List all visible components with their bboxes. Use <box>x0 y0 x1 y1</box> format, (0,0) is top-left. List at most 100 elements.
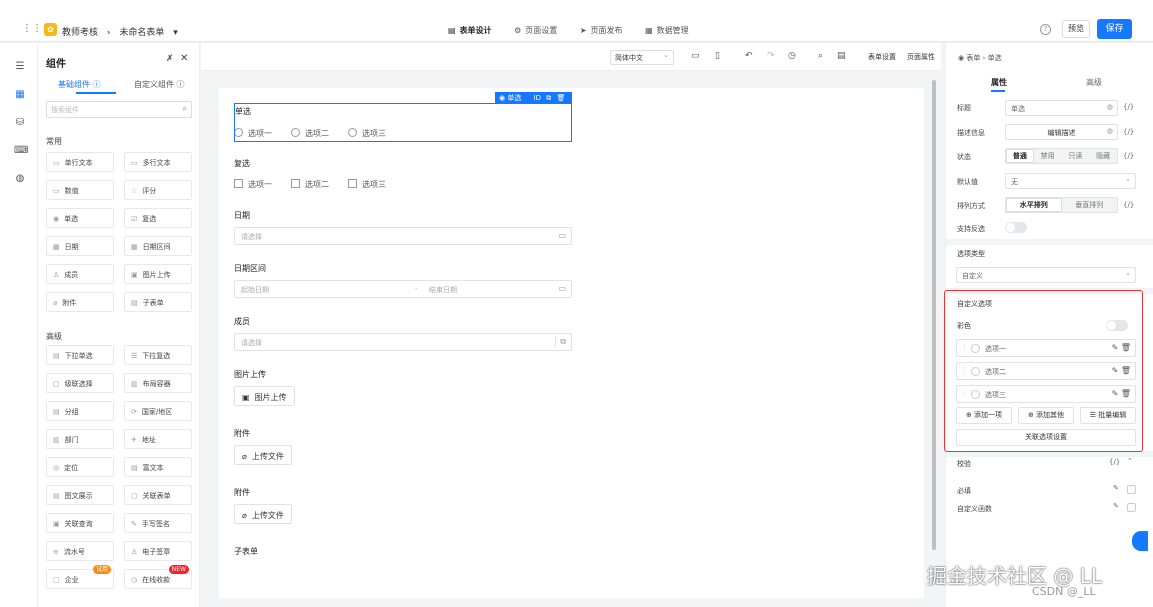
redo-icon[interactable]: ↷ <box>767 51 775 61</box>
tab-custom-components[interactable]: 自定义组件 ⓘ <box>134 79 185 90</box>
tab-advanced[interactable]: 高级 <box>1086 77 1102 88</box>
component-item[interactable]: ▤ 子表单 <box>124 292 192 312</box>
tab-page-settings[interactable]: ⚙ 页面设置 <box>514 25 557 36</box>
database-icon[interactable]: ⛁ <box>14 117 26 129</box>
date-input[interactable]: 请选择 ▭ <box>234 227 572 245</box>
globe-icon[interactable]: ◍ <box>14 173 26 185</box>
pin-icon[interactable]: ✗ <box>166 54 174 64</box>
edit-desc-button[interactable]: 编辑描述 ◍ <box>1005 124 1118 140</box>
component-item[interactable]: ▤ 下拉单选 <box>46 345 114 365</box>
app-name[interactable]: 教师考核 <box>62 28 98 38</box>
checkbox-option[interactable]: 选项一 <box>234 179 272 190</box>
caret-down-icon[interactable]: ▾ <box>173 28 178 38</box>
formula-icon[interactable]: {/} <box>1123 103 1134 111</box>
mobile-icon[interactable]: ▯ <box>715 51 720 61</box>
language-select[interactable]: 简体中文 <box>610 50 674 65</box>
support-deselect-toggle[interactable] <box>1005 222 1027 233</box>
component-item[interactable]: ▤ 图文展示 <box>46 485 114 505</box>
layout-vertical[interactable]: 垂直排列 <box>1062 198 1118 212</box>
custom-fn-checkbox[interactable] <box>1127 503 1136 512</box>
component-item[interactable]: ▭ 单行文本 <box>46 152 114 172</box>
layout-horizontal[interactable]: 水平排列 <box>1006 198 1062 212</box>
app-grid-icon[interactable]: ⋮⋮⋮ <box>22 24 52 34</box>
formula-icon[interactable]: {/} <box>1109 458 1120 466</box>
form-name[interactable]: 未命名表单 <box>119 28 164 38</box>
selected-field-outline[interactable] <box>234 103 572 142</box>
component-item[interactable]: ◷ 在线收款 NEW <box>124 565 192 589</box>
search-icon[interactable]: ⌕ <box>818 51 823 61</box>
checkbox-option[interactable]: 选项二 <box>291 179 329 190</box>
component-item[interactable]: ✈ 地址 <box>124 429 192 449</box>
component-item[interactable]: ▢ 级联选择 <box>46 373 114 393</box>
component-item[interactable]: ▢ 企业 试用 <box>46 565 114 589</box>
component-item[interactable]: ▣ 图片上传 <box>124 264 192 284</box>
form-settings-button[interactable]: 表单设置 <box>868 52 896 62</box>
component-item[interactable]: ≡ 流水号 <box>46 541 114 561</box>
history-icon[interactable]: ◷ <box>788 51 796 61</box>
state-disabled[interactable]: 禁用 <box>1034 149 1062 163</box>
component-item[interactable]: ▢ 关联表单 <box>124 485 192 505</box>
component-item[interactable]: ⌀ 附件 <box>46 292 114 312</box>
date-range-input[interactable]: 起始日期 - 结束日期 ▭ <box>234 280 572 298</box>
tab-basic-components[interactable]: 基础组件 ⓘ <box>58 79 101 90</box>
chevron-up-icon[interactable]: ⌃ <box>1127 457 1133 465</box>
copy-icon[interactable]: ⧉ <box>546 94 551 102</box>
state-readonly[interactable]: 只读 <box>1062 149 1090 163</box>
edit-icon[interactable]: ✎ <box>1113 502 1119 510</box>
state-segmented[interactable]: 普通 禁用 只读 隐藏 <box>1005 148 1118 164</box>
preview-button[interactable]: 预览 <box>1062 20 1090 38</box>
formula-icon[interactable]: {/} <box>1123 201 1134 209</box>
layout-segmented[interactable]: 水平排列 垂直排列 <box>1005 197 1118 213</box>
tab-props[interactable]: 属性 <box>991 77 1007 88</box>
tab-form-design[interactable]: ▤ 表单设计 <box>448 25 492 36</box>
components-icon[interactable]: ▦ <box>14 89 26 101</box>
formula-icon[interactable]: {/} <box>1123 128 1134 136</box>
component-item[interactable]: ⟳ 国家/地区 <box>124 401 192 421</box>
save-button[interactable]: 保存 <box>1097 19 1132 39</box>
component-item[interactable]: ♙ 电子签章 <box>124 541 192 561</box>
component-item[interactable]: ▭ 数值 <box>46 180 114 200</box>
component-item[interactable]: ▦ 日期区间 <box>124 236 192 256</box>
image-upload-button[interactable]: ▣ 图片上传 <box>234 386 295 406</box>
component-item[interactable]: ☑ 复选 <box>124 208 192 228</box>
component-item[interactable]: ▭ 多行文本 <box>124 152 192 172</box>
help-icon[interactable]: ? <box>1040 24 1051 35</box>
component-item[interactable]: ☆ 评分 <box>124 180 192 200</box>
floating-help-button[interactable] <box>1132 531 1148 551</box>
undo-icon[interactable]: ↶ <box>745 51 753 61</box>
checkbox-option[interactable]: 选项三 <box>348 179 386 190</box>
state-hidden[interactable]: 隐藏 <box>1089 149 1117 163</box>
tab-page-publish[interactable]: ➤ 页面发布 <box>580 25 623 36</box>
component-item[interactable]: ▤ 富文本 <box>124 457 192 477</box>
desktop-icon[interactable]: ▭ <box>691 51 700 61</box>
component-item[interactable]: ◎ 定位 <box>46 457 114 477</box>
component-item[interactable]: ▥ 布局容器 <box>124 373 192 393</box>
formula-icon[interactable]: {/} <box>1123 152 1134 160</box>
edit-icon[interactable]: ✎ <box>1113 484 1119 492</box>
tab-data-manage[interactable]: ▦ 数据管理 <box>645 25 689 36</box>
search-input[interactable]: 搜索组件 ⌕ <box>46 101 192 118</box>
upload-file-button[interactable]: ⌀ 上传文件 <box>234 504 292 524</box>
component-item[interactable]: ▤ 分组 <box>46 401 114 421</box>
close-icon[interactable]: ✕ <box>180 53 188 64</box>
outline-icon[interactable]: ☰ <box>14 61 26 73</box>
id-icon[interactable]: ID <box>534 94 541 102</box>
component-item[interactable]: ◉ 单选 <box>46 208 114 228</box>
upload-file-button[interactable]: ⌀ 上传文件 <box>234 445 292 465</box>
component-item[interactable]: ✎ 手写签名 <box>124 513 192 533</box>
code-icon[interactable]: ⌨ <box>14 145 28 157</box>
trash-icon[interactable]: 🗑 <box>557 94 566 102</box>
component-item[interactable]: ♙ 成员 <box>46 264 114 284</box>
component-item[interactable]: ▦ 日期 <box>46 236 114 256</box>
required-checkbox[interactable] <box>1127 485 1136 494</box>
option-type-select[interactable]: 自定义 ⌄ <box>956 267 1136 283</box>
component-item[interactable]: ▣ 关联查询 <box>46 513 114 533</box>
state-normal[interactable]: 普通 <box>1006 149 1034 163</box>
member-input[interactable]: 请选择 ⧉ <box>234 333 572 351</box>
component-item[interactable]: ☰ 下拉复选 <box>124 345 192 365</box>
layout-icon[interactable]: ▤ <box>837 51 846 61</box>
canvas-scrollbar[interactable] <box>932 80 936 550</box>
title-input[interactable]: 单选 ◍ <box>1005 100 1118 116</box>
default-select[interactable]: 无 ⌄ <box>1005 173 1136 189</box>
component-item[interactable]: ▥ 部门 <box>46 429 114 449</box>
